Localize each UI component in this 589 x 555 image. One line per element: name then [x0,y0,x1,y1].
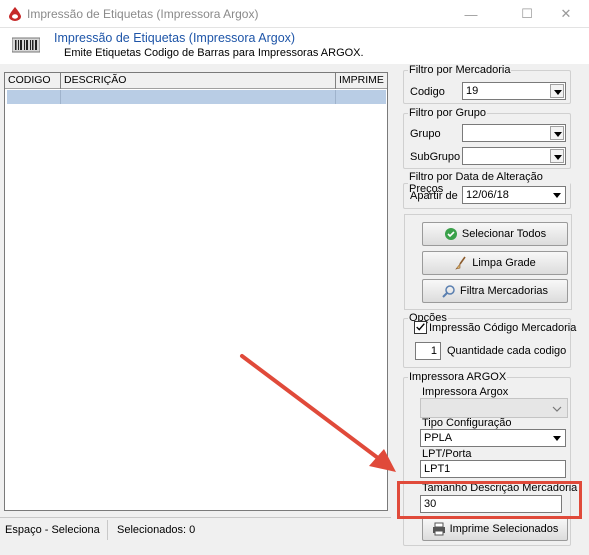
column-header-imprime[interactable]: IMPRIME ? [336,73,388,101]
subgrupo-label: SubGrupo [410,151,461,163]
codigo-combo[interactable]: 19 [462,82,566,100]
selecionar-todos-button[interactable]: Selecionar Todos [422,222,568,246]
chevron-down-icon[interactable] [552,406,562,412]
status-divider [107,520,108,540]
apartir-value: 12/06/18 [466,189,509,201]
subgrupo-combo[interactable] [462,147,566,165]
chevron-down-icon[interactable] [550,126,564,140]
filtro-mercadoria-legend: Filtro por Mercadoria [409,64,511,76]
imprime-selecionados-button[interactable]: Imprime Selecionados [422,517,568,541]
check-circle-icon [444,228,457,240]
porta-value: LPT1 [424,463,451,475]
grid-header: CODIGO DESCRIÇÃO IMPRIME ? [5,73,388,101]
grupo-combo[interactable] [462,124,566,142]
column-header-descricao[interactable]: DESCRIÇÃO [61,73,336,89]
apartir-label: Apartir de [410,190,458,202]
close-button[interactable]: ✕ [543,0,589,28]
tipo-configuracao-label: Tipo Configuração [422,417,512,429]
broom-icon [455,256,466,270]
argox-legend: Impressora ARGOX [409,371,507,383]
printer-icon [432,522,445,536]
limpa-grade-button[interactable]: Limpa Grade [422,251,568,275]
table-cell [7,90,61,104]
grupo-label: Grupo [410,128,441,140]
impressao-codigo-label: Impressão Código Mercadoria [429,322,577,334]
chevron-down-icon[interactable] [550,149,564,163]
table-row[interactable] [7,90,386,104]
tipo-configuracao-combo[interactable]: PPLA [420,429,566,447]
table-cell [61,90,336,104]
chevron-down-icon[interactable] [550,431,564,445]
status-bar: Espaço - Seleciona Selecionados: 0 [0,517,391,541]
window-titlebar: Impressão de Etiquetas (Impressora Argox… [0,0,589,28]
filtro-grupo-legend: Filtro por Grupo [409,107,487,119]
quantidade-value: 1 [430,345,437,357]
header-subtitle: Emite Etiquetas Codigo de Barras para Im… [64,47,364,59]
checkmark-icon [416,323,425,331]
filtra-mercadorias-button[interactable]: Filtra Mercadorias [422,279,568,303]
form-header: Impressão de Etiquetas (Impressora Argox… [0,28,589,64]
impressora-label: Impressora Argox [422,386,509,398]
quantidade-input[interactable]: 1 [415,342,441,360]
chevron-down-icon[interactable] [550,84,564,98]
limpa-grade-label: Limpa Grade [472,257,536,269]
header-title: Impressão de Etiquetas (Impressora Argox… [54,31,296,45]
codigo-label: Codigo [410,86,445,98]
column-header-codigo[interactable]: CODIGO [5,73,61,89]
app-drop-icon [9,7,21,21]
barcode-icon [12,37,40,53]
minimize-button[interactable]: — [448,0,494,28]
imprime-selecionados-label: Imprime Selecionados [449,523,559,535]
porta-input[interactable]: LPT1 [420,460,566,478]
impressao-codigo-checkbox[interactable] [414,321,427,334]
apartir-date-picker[interactable]: 12/06/18 [462,186,566,204]
window-title: Impressão de Etiquetas (Impressora Argox… [27,7,259,21]
annotation-highlight-box [397,481,582,519]
search-icon [442,285,455,298]
status-hint: Espaço - Seleciona [5,524,100,536]
impressora-combo[interactable] [420,398,568,418]
quantidade-label: Quantidade cada codigo [447,345,567,357]
chevron-down-icon[interactable] [550,188,564,202]
tipo-configuracao-value: PPLA [424,432,453,444]
selecionar-todos-label: Selecionar Todos [461,228,547,240]
codigo-value: 19 [466,85,479,97]
status-selected-count: Selecionados: 0 [117,524,196,536]
annotation-arrow-icon [240,354,396,472]
filtra-mercadorias-label: Filtra Mercadorias [459,285,549,297]
porta-label: LPT/Porta [422,448,472,460]
